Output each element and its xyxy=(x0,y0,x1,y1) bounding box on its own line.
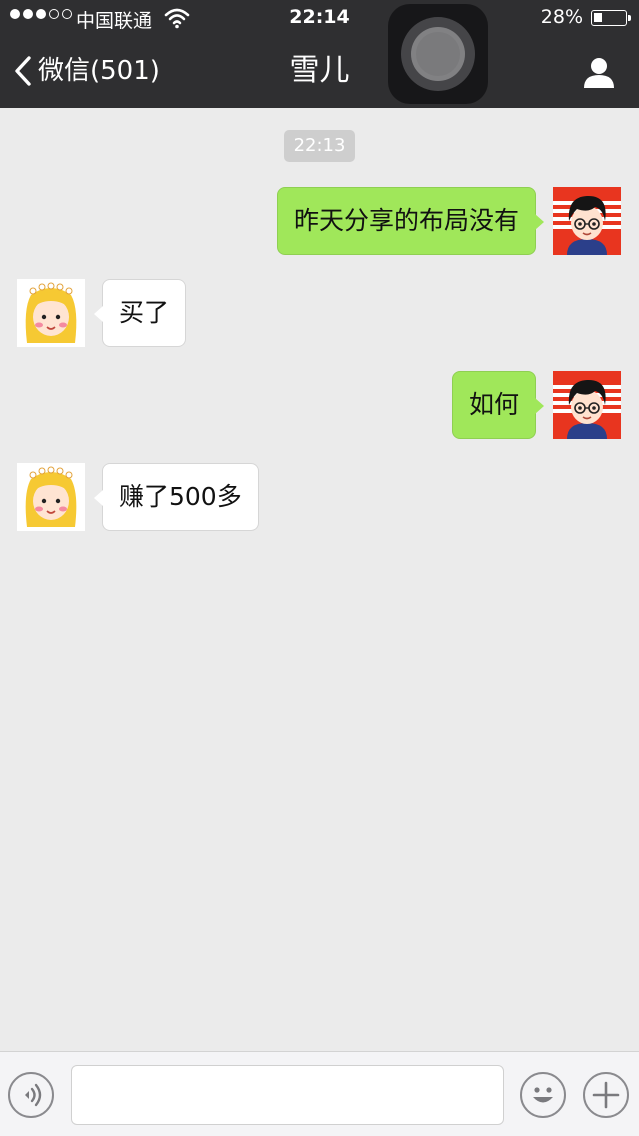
message-input-bar xyxy=(0,1051,639,1136)
status-bar: 中国联通 22:14 28% xyxy=(0,0,639,36)
battery-icon xyxy=(591,10,631,26)
assistive-touch-core xyxy=(416,32,460,76)
message-bubble-outgoing[interactable]: 昨天分享的布局没有 xyxy=(276,187,545,255)
voice-icon xyxy=(25,1083,42,1107)
my-avatar[interactable] xyxy=(553,371,621,439)
boy-avatar-icon xyxy=(553,371,621,439)
girl-avatar-icon xyxy=(17,463,85,531)
more-actions-button[interactable] xyxy=(583,1072,629,1118)
boy-avatar-icon xyxy=(553,187,621,255)
my-avatar[interactable] xyxy=(553,187,621,255)
girl-avatar-icon xyxy=(17,279,85,347)
wechat-chat-screen: 中国联通 22:14 28% 微信(501) 雪儿 22:13 昨天分享的布局没… xyxy=(0,0,639,1136)
chat-message-list[interactable]: 22:13 昨天分享的布局没有 买了 如何 赚了500多 xyxy=(0,108,639,1051)
emoji-icon xyxy=(533,1087,553,1103)
top-bar: 中国联通 22:14 28% 微信(501) 雪儿 xyxy=(0,0,639,108)
message-timestamp: 22:13 xyxy=(284,130,355,162)
voice-input-button[interactable] xyxy=(8,1072,54,1118)
contact-avatar[interactable] xyxy=(17,279,85,347)
chat-title: 雪儿 xyxy=(289,53,350,88)
message-text-input[interactable] xyxy=(71,1065,504,1125)
contact-avatar[interactable] xyxy=(17,463,85,531)
plus-icon xyxy=(592,1081,620,1109)
message-bubble-outgoing[interactable]: 如何 xyxy=(451,371,545,439)
battery-level-fill xyxy=(594,13,602,22)
battery-percentage: 28% xyxy=(540,6,583,28)
assistive-touch-button[interactable] xyxy=(388,4,488,104)
message-bubble-incoming[interactable]: 赚了500多 xyxy=(94,463,259,531)
message-bubble-incoming[interactable]: 买了 xyxy=(93,279,187,347)
navigation-bar: 微信(501) 雪儿 xyxy=(0,36,639,108)
contact-profile-icon[interactable] xyxy=(581,54,617,90)
emoji-button[interactable] xyxy=(520,1072,566,1118)
